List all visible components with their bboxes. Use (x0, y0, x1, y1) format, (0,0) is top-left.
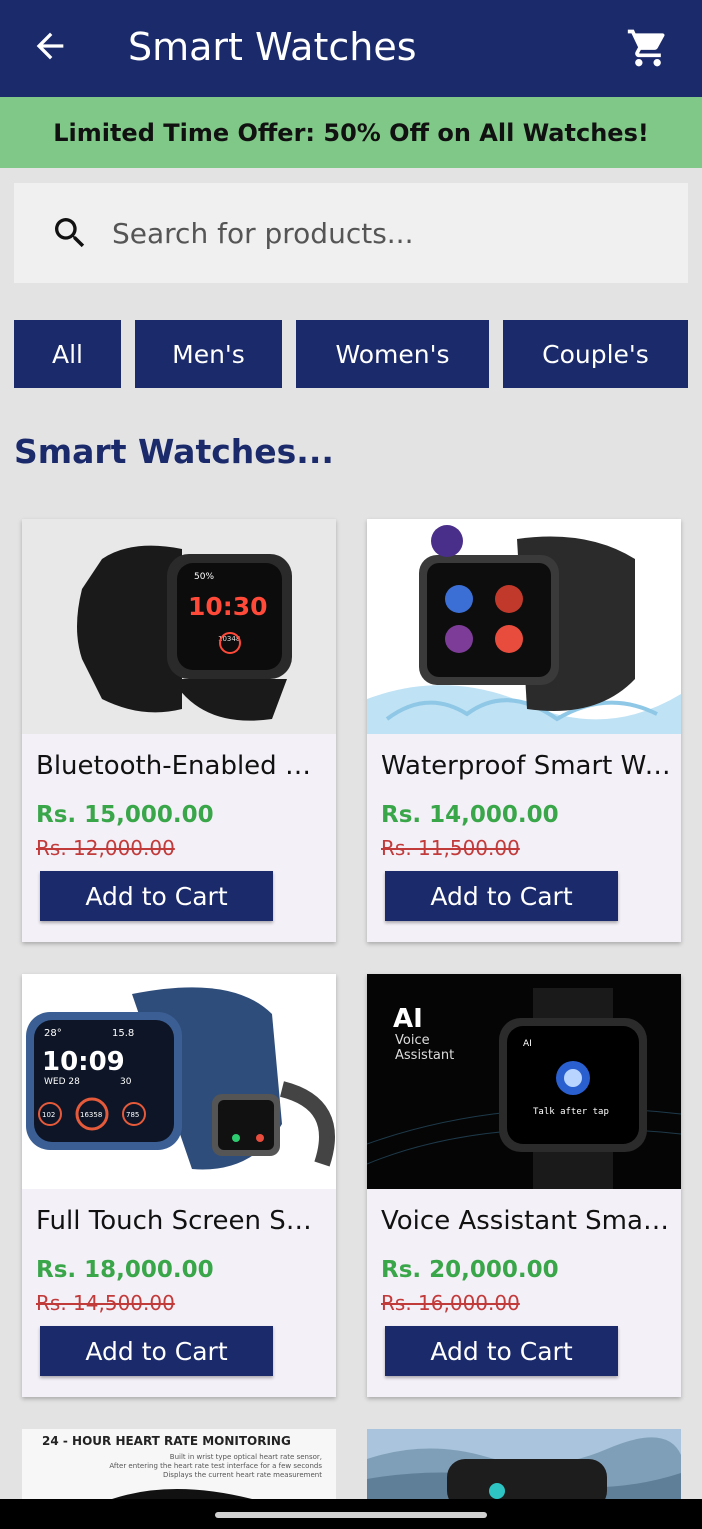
watch-aqi-text: 15.8 (112, 1028, 134, 1039)
product-card-partial[interactable]: 24 - HOUR HEART RATE MONITORING Built in… (22, 1429, 336, 1499)
product-price: Rs. 15,000.00 (36, 802, 214, 828)
watch-day-text: WED 28 (44, 1077, 80, 1087)
product-old-price: Rs. 14,500.00 (36, 1291, 175, 1315)
section-title: Smart Watches... (14, 432, 334, 471)
heart-rate-line-2: After entering the heart rate test inter… (109, 1462, 322, 1470)
product-old-price: Rs. 16,000.00 (381, 1291, 520, 1315)
product-image: 28° 15.8 10:09 WED 28 30 102 16358 785 (22, 974, 336, 1189)
add-to-cart-button[interactable]: Add to Cart (40, 871, 273, 921)
page-title: Smart Watches (128, 25, 417, 69)
product-image (367, 519, 681, 734)
shopping-cart-icon[interactable] (626, 26, 670, 70)
home-handle[interactable] (215, 1512, 487, 1518)
product-price: Rs. 18,000.00 (36, 1257, 214, 1283)
product-card[interactable]: AI Voice Assistant AI Talk after tap Voi… (367, 974, 681, 1397)
product-old-price: Rs. 12,000.00 (36, 836, 175, 860)
product-name: Voice Assistant Smart Watch (381, 1206, 671, 1236)
add-to-cart-button[interactable]: Add to Cart (40, 1326, 273, 1376)
category-womens-button[interactable]: Women's (296, 320, 489, 388)
voice-label: Voice (395, 1033, 430, 1048)
add-to-cart-button[interactable]: Add to Cart (385, 1326, 618, 1376)
add-to-cart-button[interactable]: Add to Cart (385, 871, 618, 921)
search-input[interactable] (112, 209, 672, 257)
product-image: AI Voice Assistant AI Talk after tap (367, 974, 681, 1189)
category-couples-button[interactable]: Couple's (503, 320, 688, 388)
product-name: Bluetooth-Enabled Smart Watch (36, 751, 326, 781)
heart-rate-line-1: Built in wrist type optical heart rate s… (170, 1453, 322, 1461)
heart-rate-heading: 24 - HOUR HEART RATE MONITORING (42, 1434, 291, 1448)
arrow-back-icon[interactable] (30, 26, 70, 66)
offer-banner: Limited Time Offer: 50% Off on All Watch… (0, 97, 702, 168)
watch-battery-text: 50% (194, 572, 214, 582)
product-card[interactable]: 50% 10:30 10348 Bluetooth-Enabled Smart … (22, 519, 336, 942)
assistant-label: Assistant (395, 1048, 454, 1063)
app-bar: Smart Watches (0, 0, 702, 97)
watch-right-text: 785 (126, 1111, 139, 1119)
product-card[interactable]: 28° 15.8 10:09 WED 28 30 102 16358 785 F… (22, 974, 336, 1397)
watch-steps-text: 16358 (80, 1111, 102, 1119)
watch-date-text: 30 (120, 1077, 132, 1087)
watch-time-text: 10:30 (188, 592, 268, 621)
product-price: Rs. 14,000.00 (381, 802, 559, 828)
offer-text: Limited Time Offer: 50% Off on All Watch… (53, 118, 649, 147)
product-name: Full Touch Screen Smart Watch (36, 1206, 326, 1236)
product-old-price: Rs. 11,500.00 (381, 836, 520, 860)
system-nav-bar (0, 1499, 702, 1529)
watch-temp-text: 28° (44, 1028, 62, 1039)
product-card-partial[interactable] (367, 1429, 681, 1499)
heart-rate-line-3: Displays the current heart rate measurem… (163, 1471, 322, 1479)
product-price: Rs. 20,000.00 (381, 1257, 559, 1283)
category-mens-button[interactable]: Men's (135, 320, 282, 388)
product-name: Waterproof Smart Watch (381, 751, 671, 781)
ai-heading: AI (393, 1004, 423, 1034)
talk-after-tap-label: Talk after tap (533, 1107, 609, 1117)
watch-left-text: 102 (42, 1111, 55, 1119)
product-card[interactable]: Waterproof Smart Watch Rs. 14,000.00 Rs.… (367, 519, 681, 942)
screen-ai-label: AI (523, 1039, 532, 1049)
product-image (367, 1429, 681, 1499)
search-icon (55, 218, 85, 248)
search-bar[interactable] (14, 183, 688, 283)
watch-time-text: 10:09 (42, 1047, 125, 1077)
category-all-button[interactable]: All (14, 320, 121, 388)
product-image: 50% 10:30 10348 (22, 519, 336, 734)
